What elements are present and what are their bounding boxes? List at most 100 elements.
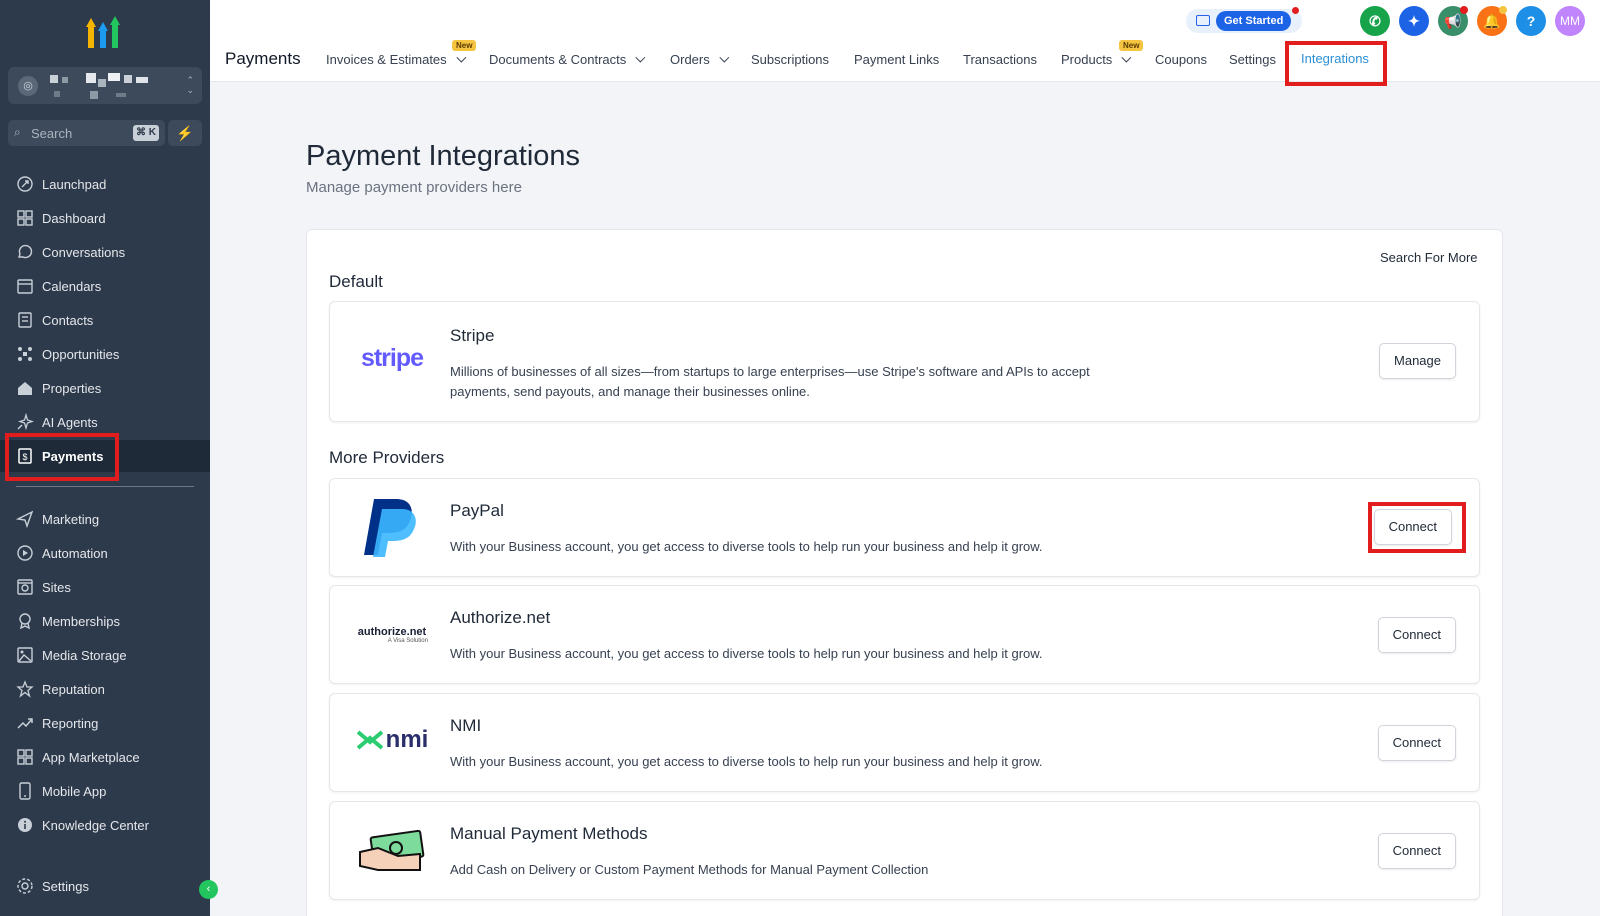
tab-orders[interactable]: Orders: [670, 52, 730, 67]
tab-products[interactable]: Products: [1061, 52, 1132, 67]
sidebar-item-properties[interactable]: Properties: [0, 372, 210, 404]
tab-settings[interactable]: Settings: [1229, 52, 1276, 67]
section-default: Default: [329, 272, 383, 291]
quick-action-bolt-icon[interactable]: ⚡: [168, 120, 202, 146]
tab-subscriptions[interactable]: Subscriptions: [751, 52, 829, 67]
card-icon: [1196, 15, 1210, 26]
chevron-down-icon: [719, 52, 730, 63]
sidebar-item-memberships[interactable]: Memberships: [0, 605, 210, 637]
search-placeholder: Search: [31, 126, 73, 141]
sidebar: ◎ ⌃ ⌄ ⌕ Search ⌘ K ⚡ Launchpad Dashboard …: [0, 0, 218, 916]
chat-icon: [18, 244, 33, 259]
sidebar-item-app-marketplace[interactable]: App Marketplace: [0, 741, 210, 773]
sidebar-item-reporting[interactable]: Reporting: [0, 707, 210, 739]
tab-transactions[interactable]: Transactions: [963, 52, 1037, 67]
tab-invoices-estimates[interactable]: Invoices & Estimates: [326, 52, 466, 67]
grid-icon: [17, 210, 33, 226]
provider-description: With your Business account, you get acce…: [450, 646, 1043, 661]
tab-payment-links[interactable]: Payment Links: [854, 52, 939, 67]
sparkle-icon: [17, 413, 34, 431]
provider-card-manual-payment: Manual Payment Methods Add Cash on Deliv…: [329, 801, 1480, 900]
tab-coupons[interactable]: Coupons: [1155, 52, 1207, 67]
search-icon: ⌕: [14, 125, 21, 139]
account-switcher[interactable]: ◎ ⌃ ⌄: [8, 67, 202, 104]
contacts-icon: [18, 312, 32, 328]
send-icon: [16, 510, 34, 528]
sites-icon: [17, 579, 33, 595]
provider-name: NMI: [450, 716, 482, 735]
sidebar-item-media-storage[interactable]: Media Storage: [0, 639, 210, 671]
sidebar-item-settings[interactable]: Settings: [0, 870, 210, 902]
app-logo[interactable]: [86, 14, 122, 48]
redacted-account-name: [50, 73, 148, 99]
sidebar-item-knowledge-center[interactable]: Knowledge Center: [0, 809, 210, 841]
phone-call-icon[interactable]: ✆: [1360, 6, 1390, 36]
calendar-icon: [17, 279, 33, 294]
tab-documents-contracts[interactable]: Documents & Contracts: [489, 52, 646, 67]
sidebar-search[interactable]: ⌕ Search ⌘ K: [8, 120, 165, 146]
account-icon: ◎: [18, 76, 38, 96]
provider-name: Manual Payment Methods: [450, 824, 648, 843]
page-title: Payments: [225, 49, 301, 68]
provider-description: Millions of businesses of all sizes—from…: [450, 364, 1090, 399]
sidebar-item-reputation[interactable]: Reputation: [0, 673, 210, 705]
highlight-payments: [5, 433, 119, 481]
collapse-sidebar-icon[interactable]: ‹: [199, 880, 218, 899]
help-icon[interactable]: ?: [1516, 6, 1546, 36]
provider-card-authorize-net: authorize.net A Visa Solution Authorize.…: [329, 585, 1480, 684]
pipeline-icon: [18, 347, 32, 361]
connect-button-authorize-net[interactable]: Connect: [1377, 617, 1456, 653]
ai-sparkle-icon[interactable]: ✦: [1399, 6, 1429, 36]
connect-button-manual-payment[interactable]: Connect: [1377, 833, 1456, 869]
cash-hand-icon: [359, 830, 425, 871]
notification-dot: [1292, 7, 1299, 14]
sidebar-item-launchpad[interactable]: Launchpad: [0, 168, 210, 200]
provider-description: Add Cash on Delivery or Custom Payment M…: [450, 862, 929, 877]
sidebar-item-automation[interactable]: Automation: [0, 537, 210, 569]
sidebar-item-conversations[interactable]: Conversations: [0, 236, 210, 268]
manage-button[interactable]: Manage: [1379, 343, 1456, 379]
provider-card-nmi: nmi NMI With your Business account, you …: [329, 693, 1480, 792]
authorize-net-logo: authorize.net A Visa Solution: [357, 626, 428, 644]
apps-icon: [17, 749, 33, 765]
top-bar: Payments Invoices & Estimates New Docume…: [210, 0, 1600, 86]
trend-icon: [17, 718, 33, 729]
sidebar-item-calendars[interactable]: Calendars: [0, 270, 210, 302]
provider-name: PayPal: [450, 501, 504, 520]
sidebar-item-contacts[interactable]: Contacts: [0, 304, 210, 336]
new-badge: New: [1119, 40, 1144, 51]
sidebar-item-sites[interactable]: Sites: [0, 571, 210, 603]
sidebar-item-marketing[interactable]: Marketing: [0, 503, 210, 535]
info-icon: [18, 818, 32, 832]
search-for-more-link[interactable]: Search For More: [1380, 250, 1478, 265]
provider-name: Authorize.net: [450, 608, 551, 627]
provider-name: Stripe: [450, 326, 495, 345]
search-shortcut: ⌘ K: [133, 125, 159, 141]
highlight-paypal-connect: [1368, 502, 1466, 553]
sidebar-divider: [16, 486, 194, 487]
sidebar-item-dashboard[interactable]: Dashboard: [0, 202, 210, 234]
new-badge: New: [452, 40, 477, 51]
connect-button-nmi[interactable]: Connect: [1377, 725, 1456, 761]
sidebar-item-mobile-app[interactable]: Mobile App: [0, 775, 210, 807]
rocket-icon: [17, 176, 33, 192]
nmi-mark-icon: [356, 730, 383, 750]
chevron-down-icon: [1121, 52, 1132, 63]
section-more-providers: More Providers: [329, 448, 445, 467]
chevron-down-icon: [456, 52, 466, 63]
get-started-button[interactable]: Get Started: [1186, 7, 1302, 33]
chevron-down-icon: [635, 52, 646, 63]
nmi-logo: nmi: [352, 726, 432, 754]
provider-description: With your Business account, you get acce…: [450, 539, 1043, 554]
star-icon: [16, 680, 34, 698]
house-icon: [18, 382, 32, 395]
bell-icon[interactable]: 🔔: [1477, 6, 1507, 36]
image-icon: [17, 647, 33, 663]
paypal-logo: [364, 499, 416, 557]
badge-icon: [19, 613, 31, 630]
sidebar-item-opportunities[interactable]: Opportunities: [0, 338, 210, 370]
avatar[interactable]: MM: [1555, 6, 1585, 36]
page-subheading: Manage payment providers here: [306, 179, 522, 196]
provider-card-paypal: PayPal With your Business account, you g…: [329, 478, 1480, 577]
megaphone-icon[interactable]: 📢: [1438, 6, 1468, 36]
